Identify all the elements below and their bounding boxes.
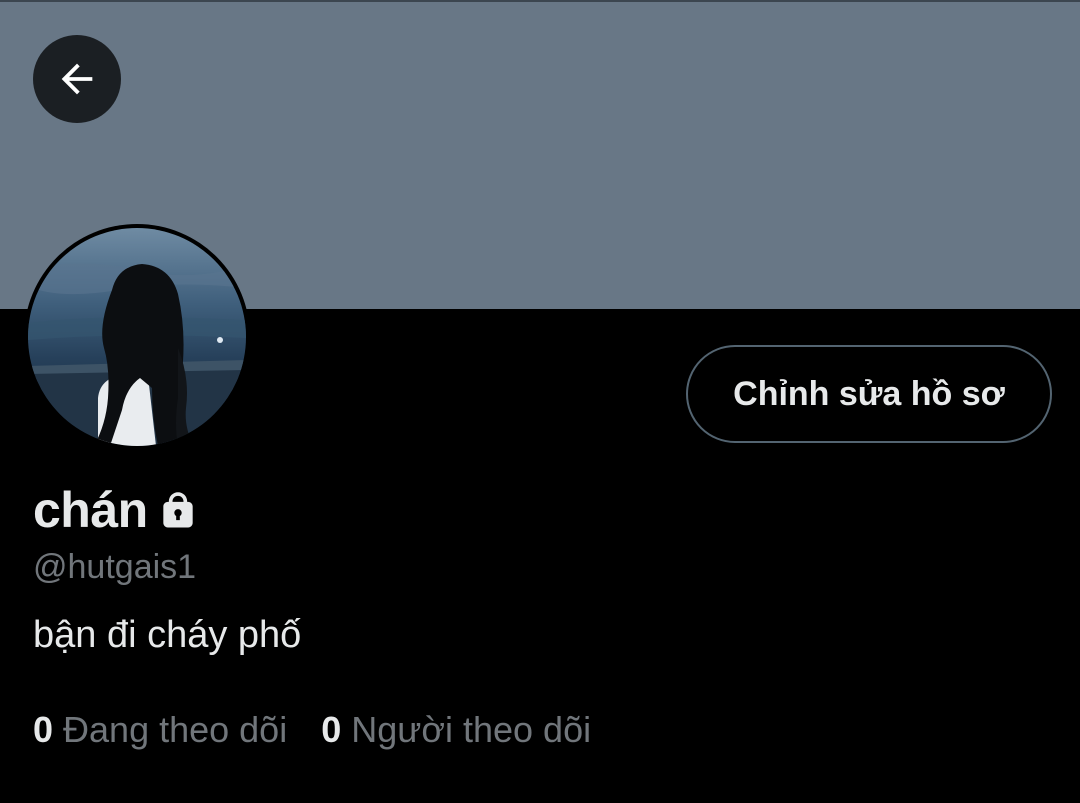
avatar-image: [28, 228, 246, 446]
followers-count: 0: [321, 709, 342, 750]
follow-stats: 0 Đang theo dõi 0 Người theo dõi: [33, 709, 625, 751]
following-label: Đang theo dõi: [63, 709, 288, 750]
back-button[interactable]: [33, 35, 121, 123]
lock-icon: [156, 489, 200, 538]
followers-label: Người theo dõi: [351, 709, 592, 750]
following-link[interactable]: 0 Đang theo dõi: [33, 709, 287, 751]
following-count: 0: [33, 709, 54, 750]
edit-profile-button[interactable]: Chỉnh sửa hồ sơ: [686, 345, 1052, 443]
avatar[interactable]: [24, 224, 250, 450]
user-handle: @hutgais1: [33, 548, 197, 586]
display-name: chán: [33, 482, 148, 538]
display-name-row: chán: [33, 478, 200, 542]
arrow-left-icon: [61, 63, 93, 95]
followers-link[interactable]: 0 Người theo dõi: [321, 709, 591, 751]
profile-bio: bận đi cháy phố: [33, 614, 302, 656]
